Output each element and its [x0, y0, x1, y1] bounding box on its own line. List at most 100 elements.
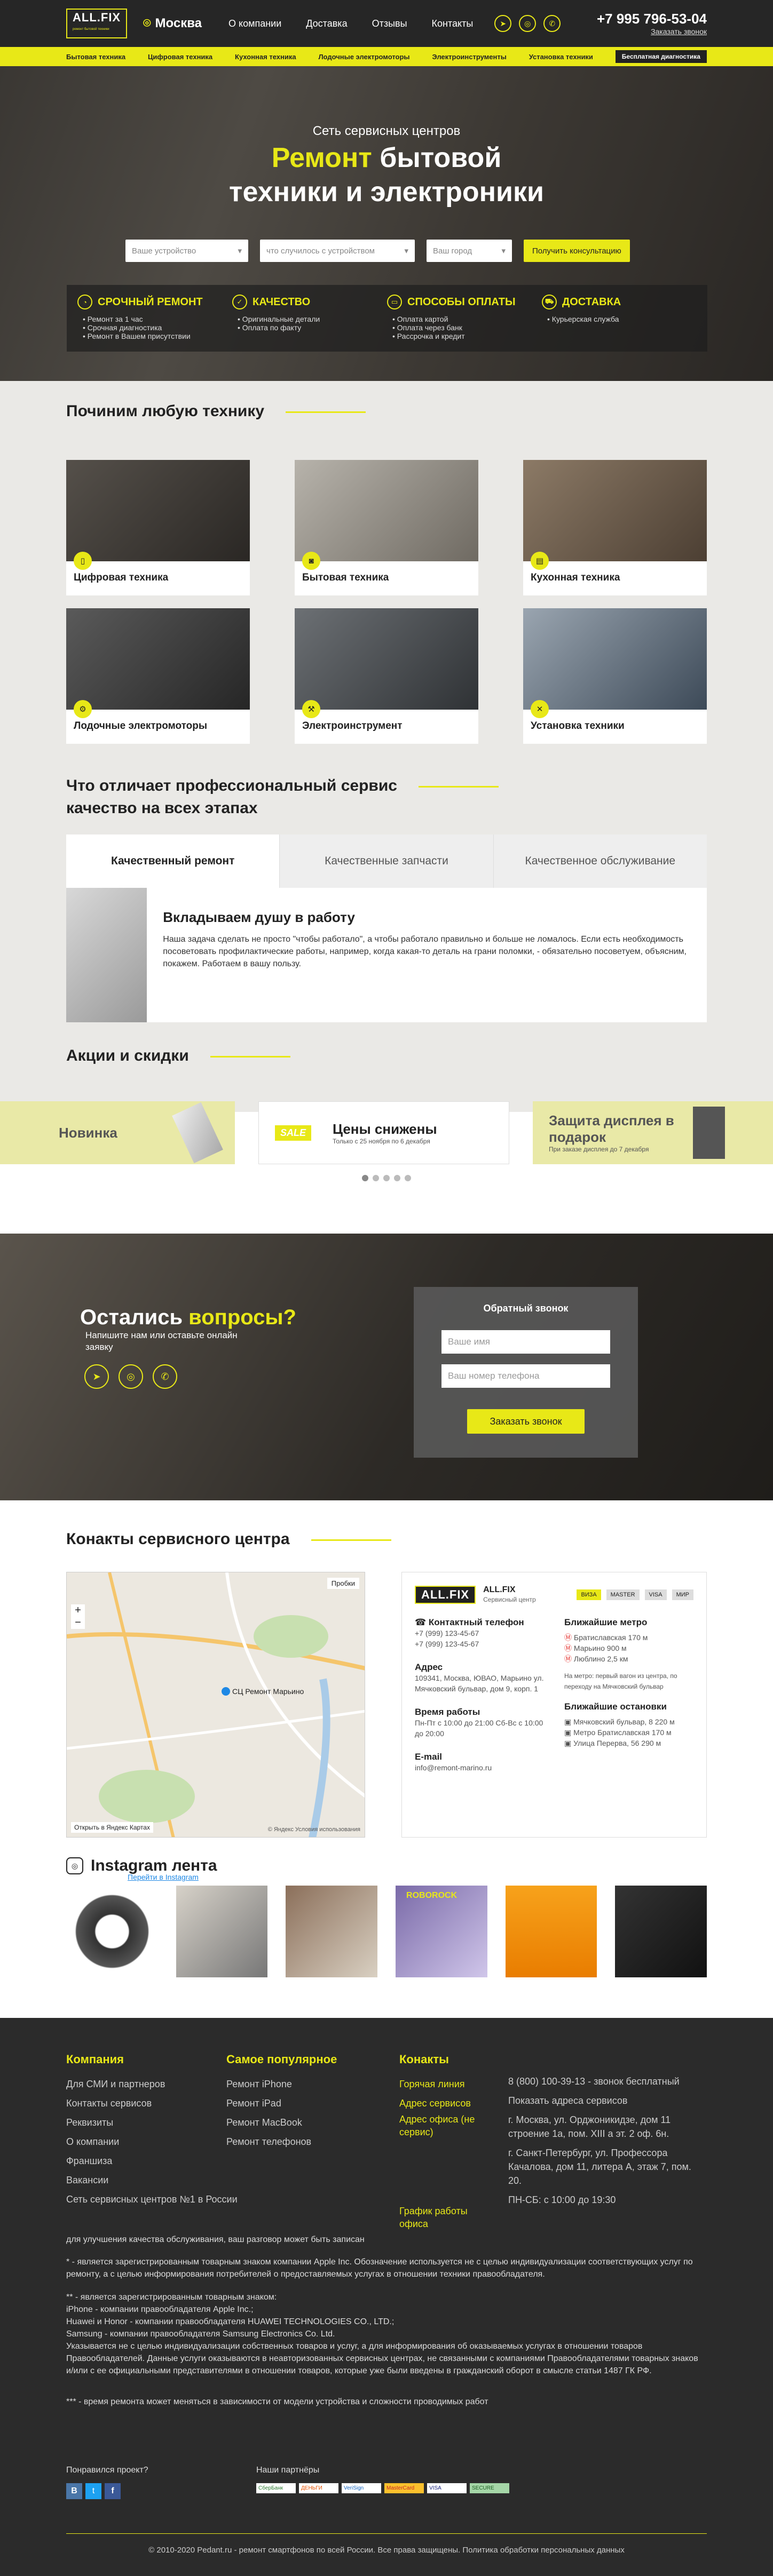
vk-icon[interactable]: В [66, 2483, 82, 2499]
carousel-dot[interactable] [383, 1175, 390, 1181]
carousel-dot[interactable] [373, 1175, 379, 1181]
show-addresses-link[interactable]: Показать адреса сервисов [508, 2094, 707, 2108]
carousel-dot[interactable] [405, 1175, 411, 1181]
wrench-icon: ✕ [531, 700, 549, 718]
map-pin[interactable]: СЦ Ремонт Марьино [222, 1687, 304, 1696]
cat-boat-motors[interactable]: Лодочные электромоторы [318, 53, 409, 61]
tile-power-tools[interactable]: ⚒ Электроинструмент [295, 608, 478, 744]
nav-contacts[interactable]: Контакты [432, 18, 474, 29]
zoom-controls[interactable]: + − [71, 1604, 85, 1629]
tab-row: Качественный ремонт Качественные запчаст… [66, 834, 707, 888]
whatsapp-icon[interactable]: ✆ [543, 15, 561, 32]
card-body: ☎ Контактный телефон +7 (999) 123-45-67 … [415, 1617, 693, 1773]
tab-quality-service[interactable]: Качественное обслуживание [493, 834, 707, 888]
cat-power-tools[interactable]: Электроинструменты [432, 53, 506, 61]
phone-1[interactable]: +7 (999) 123-45-67 [415, 1628, 548, 1639]
phone-input[interactable]: Ваш номер телефона [441, 1364, 610, 1388]
title-underline [418, 785, 499, 788]
facebook-icon[interactable]: f [105, 2483, 121, 2499]
promo-sale[interactable]: SALE Цены снижены Только с 25 ноября по 6 … [258, 1101, 509, 1164]
tile-install[interactable]: ✕ Установка техники [523, 608, 707, 744]
hero-form: Ваше устройство ▾ что случилось с устройс… [125, 240, 630, 262]
feature-urgent-label: СРОЧНЫЙ РЕМОНТ [98, 296, 203, 308]
footer-link[interactable]: Реквизиты [66, 2113, 238, 2132]
tab-quality-parts[interactable]: Качественные запчасти [279, 834, 493, 888]
instagram-grid: ROBOROCK [66, 1886, 707, 1977]
problem-select[interactable]: что случилось с устройством ▾ [260, 240, 415, 262]
map-copyright: © Яндекс Условия использования [267, 1826, 360, 1833]
cat-kitchen[interactable]: Кухонная техника [235, 53, 296, 61]
instagram-tag: ROBOROCK [406, 1891, 458, 1900]
footer-link[interactable]: Для СМИ и партнеров [66, 2074, 238, 2094]
instagram-photo[interactable] [615, 1886, 707, 1977]
twitter-icon[interactable]: t [85, 2483, 101, 2499]
promo-display[interactable]: Защита дисплея в подарок При заказе диспл… [533, 1101, 773, 1164]
device-select[interactable]: Ваше устройство ▾ [125, 240, 248, 262]
footer-link[interactable]: Контакты сервисов [66, 2094, 238, 2113]
tile-label: Цифровая техника [74, 572, 169, 583]
carousel-dots [0, 1175, 773, 1181]
name-input[interactable]: Ваше имя [441, 1330, 610, 1354]
carousel-dot[interactable] [394, 1175, 400, 1181]
callback-link[interactable]: Заказать звонок [651, 27, 707, 36]
footer-link[interactable]: Ремонт iPhone [226, 2074, 337, 2094]
instagram-photo[interactable] [66, 1886, 158, 1977]
whatsapp-icon[interactable]: ✆ [153, 1364, 177, 1389]
city-label: Москва [155, 16, 202, 30]
footer-link[interactable]: Ремонт телефонов [226, 2132, 337, 2151]
tile-kitchen[interactable]: ▤ Кухонная техника [523, 460, 707, 595]
footer-link[interactable]: О компании [66, 2132, 238, 2151]
footer-contact-values: 8 (800) 100-39-13 - звонок бесплатный По… [508, 2074, 707, 2207]
payment-logos: ВИЗА MASTER VISA МИР [577, 1589, 693, 1600]
nav-reviews[interactable]: Отзывы [372, 18, 407, 29]
tab-quality-repair[interactable]: Качественный ремонт [66, 834, 280, 888]
nav-delivery[interactable]: Доставка [306, 18, 347, 29]
metro-label: Ближайшие метро [564, 1617, 648, 1627]
instagram-icon[interactable]: ◎ [119, 1364, 143, 1389]
instagram-icon[interactable]: ◎ [519, 15, 537, 32]
tile-label: Установка техники [531, 720, 625, 732]
instagram-photo[interactable] [286, 1886, 378, 1977]
order-call-button[interactable]: Заказать звонок [467, 1409, 585, 1434]
phone-icon: ▯ [74, 552, 92, 570]
feature-urgent-title: ◔ СРОЧНЫЙ РЕМОНТ [77, 295, 232, 309]
cat-household[interactable]: Бытовая техника [66, 53, 125, 61]
header-phone[interactable]: +7 995 796-53-04 [597, 11, 707, 27]
hotline[interactable]: 8 (800) 100-39-13 - звонок бесплатный [508, 2074, 707, 2088]
feature-delivery-label: ДОСТАВКА [562, 296, 621, 308]
promo-new[interactable]: Новинка [0, 1101, 235, 1164]
telegram-icon[interactable]: ➤ [494, 15, 512, 32]
phone-2[interactable]: +7 (999) 123-45-67 [415, 1639, 548, 1649]
nav-about[interactable]: О компании [228, 18, 281, 29]
open-in-yandex[interactable]: Открыть в Яндекс Картах [71, 1822, 153, 1833]
main-nav: О компании Доставка Отзывы Контакты [228, 18, 473, 29]
feature-delivery-list: Курьерская служба [542, 315, 697, 323]
free-diagnostics-button[interactable]: Бесплатная диагностика [615, 50, 707, 63]
tile-digital[interactable]: ▯ Цифровая техника [66, 460, 250, 595]
instagram-link[interactable]: Перейти в Instagram [128, 1873, 199, 1881]
instagram-photo[interactable]: ROBOROCK [396, 1886, 487, 1977]
city-select[interactable]: Ваш город ▾ [427, 240, 512, 262]
footer-link[interactable]: Франшиза [66, 2151, 238, 2170]
cat-install[interactable]: Установка техники [529, 53, 593, 61]
city-selector[interactable]: ⌾ Москва [143, 16, 202, 31]
instagram-photo[interactable] [176, 1886, 268, 1977]
email[interactable]: info@remont-marino.ru [415, 1762, 548, 1773]
logo[interactable]: ALL.FIX ремонт бытовой техники [66, 9, 128, 38]
consult-button[interactable]: Получить консультацию [524, 240, 630, 262]
carousel-dot[interactable] [362, 1175, 368, 1181]
stop-text: Улица Перерва, 56 290 м [573, 1739, 661, 1747]
diff-title-line1: Что отличает профессиональный сервис [66, 777, 397, 794]
footer-link[interactable]: Вакансии [66, 2170, 238, 2190]
telegram-icon[interactable]: ➤ [84, 1364, 109, 1389]
tile-household[interactable]: ◙ Бытовая техника [295, 460, 478, 595]
tile-boat-motors[interactable]: ⚙ Лодочные электромоторы [66, 608, 250, 744]
map[interactable]: СЦ Ремонт Марьино Пробки + − Открыть в Ян… [66, 1572, 365, 1838]
social-links: ➤ ◎ ✆ [494, 15, 561, 32]
traffic-button[interactable]: Пробки [327, 1578, 359, 1589]
footer-link[interactable]: Ремонт MacBook [226, 2113, 337, 2132]
footer-link[interactable]: Ремонт iPad [226, 2094, 337, 2113]
cat-digital[interactable]: Цифровая техника [148, 53, 212, 61]
footer-link[interactable]: Сеть сервисных центров №1 в России [66, 2190, 238, 2209]
instagram-photo[interactable] [505, 1886, 597, 1977]
